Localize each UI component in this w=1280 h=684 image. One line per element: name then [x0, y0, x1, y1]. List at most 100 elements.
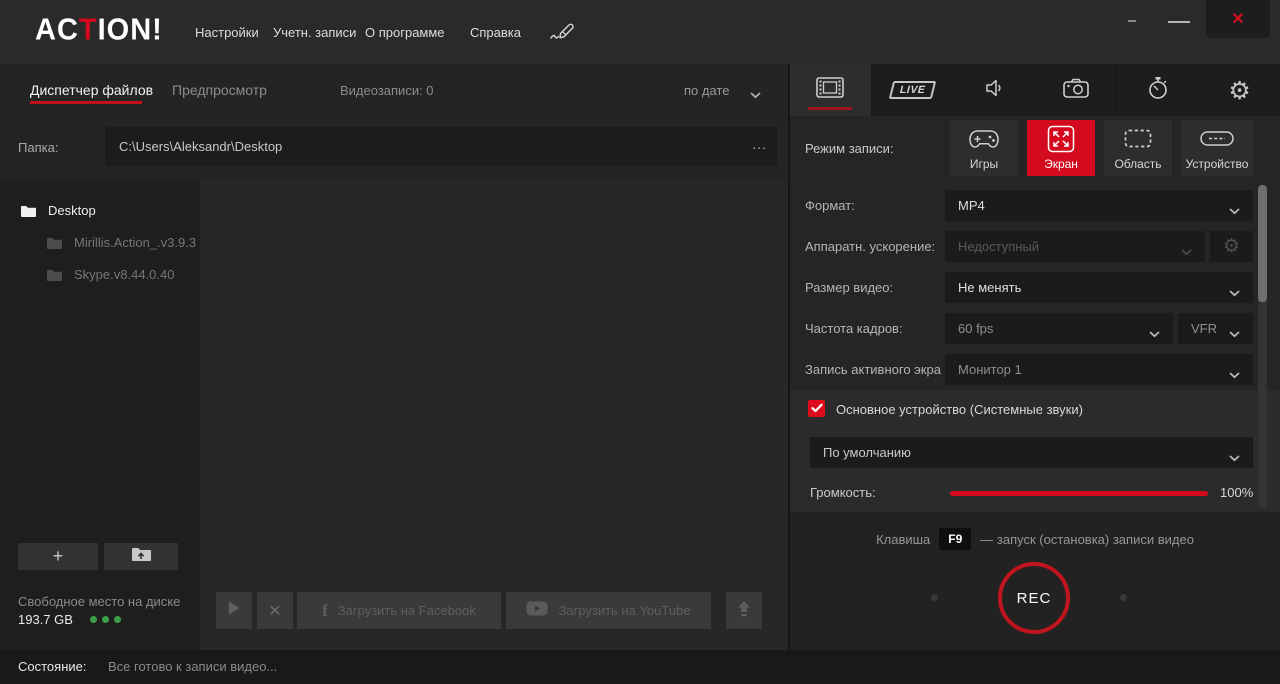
gear-icon: ⚙ — [1223, 237, 1240, 256]
format-dropdown[interactable]: MP4 — [945, 190, 1253, 221]
tab-audio[interactable] — [953, 64, 1035, 116]
disk-status-dot — [90, 616, 97, 623]
video-size-dropdown[interactable]: Не менять — [945, 272, 1253, 303]
close-button[interactable]: ✕ — [1206, 0, 1270, 38]
sort-by-dropdown[interactable]: по дате — [684, 83, 729, 98]
tree-item-skype[interactable]: Skype.v8.44.0.40 — [46, 267, 200, 289]
record-button-label: REC — [1017, 590, 1052, 607]
hotkey-keycap: F9 — [939, 528, 971, 550]
chevron-down-icon — [1181, 243, 1192, 261]
folder-icon — [20, 205, 36, 223]
tree-item-mirillis[interactable]: Mirillis.Action_.v3.9.3 — [46, 235, 200, 257]
gear-icon: ⚙ — [1228, 78, 1250, 103]
volume-percent: 100% — [1220, 485, 1253, 500]
hw-accel-dropdown[interactable]: Недоступный — [945, 231, 1205, 262]
status-bar: Состояние: Все готово к записи видео... — [0, 650, 1280, 684]
mode-device-button[interactable]: Устройство — [1181, 120, 1253, 176]
minimize-button[interactable] — [1168, 21, 1190, 23]
record-section: Клавиша F9 — запуск (остановка) записи в… — [790, 512, 1280, 650]
dashed-region-icon — [1124, 120, 1152, 157]
pen-tool-icon[interactable] — [548, 18, 578, 49]
camera-icon — [1063, 78, 1089, 103]
status-text: Все готово к записи видео... — [108, 659, 277, 674]
audio-device-dropdown[interactable]: По умолчанию — [810, 437, 1253, 468]
format-label: Формат: — [805, 198, 855, 213]
settings-tab-bar: LIVE ⚙ — [790, 64, 1280, 116]
folder-path-input[interactable]: C:\Users\Aleksandr\Desktop ... — [105, 127, 777, 166]
mode-screen-button[interactable]: Экран — [1027, 120, 1095, 176]
close-icon: ✕ — [268, 601, 281, 621]
scrollbar-track[interactable] — [1258, 185, 1267, 508]
chevron-down-icon — [1229, 366, 1240, 384]
tab-live-streaming[interactable]: LIVE — [871, 64, 953, 116]
mode-label: Устройство — [1186, 157, 1249, 171]
upload-youtube-label: Загрузить на YouTube — [558, 603, 690, 618]
action-app-window: ACTION! Настройки Учетн. записи О програ… — [0, 0, 1280, 684]
status-label: Состояние: — [18, 659, 86, 674]
disk-status-dot — [114, 616, 121, 623]
mode-label: Игры — [970, 157, 998, 171]
upload-youtube-button[interactable]: Загрузить на YouTube — [506, 592, 711, 629]
add-folder-button[interactable]: + — [18, 543, 98, 570]
tab-benchmark[interactable] — [1116, 64, 1198, 116]
chevron-down-icon — [1229, 449, 1240, 467]
check-icon — [811, 400, 823, 418]
gamepad-icon — [968, 120, 1000, 157]
tab-video-recording[interactable] — [790, 64, 871, 116]
video-size-value: Не менять — [958, 272, 1021, 303]
upload-facebook-button[interactable]: f Загрузить на Facebook — [297, 592, 501, 629]
menu-settings[interactable]: Настройки — [195, 25, 259, 40]
tree-item-desktop[interactable]: Desktop — [20, 203, 190, 225]
volume-slider[interactable] — [950, 491, 1208, 496]
folder-tree-panel: Desktop Mirillis.Action_.v3.9.3 Skype.v8… — [0, 181, 200, 650]
tab-preview[interactable]: Предпросмотр — [172, 82, 267, 98]
mode-label: Область — [1114, 157, 1161, 171]
framerate-mode-dropdown[interactable]: VFR — [1178, 313, 1253, 344]
upload-icon — [736, 600, 752, 622]
tree-item-label: Skype.v8.44.0.40 — [74, 267, 174, 282]
export-button[interactable] — [726, 592, 762, 629]
browse-button[interactable]: ... — [752, 127, 767, 162]
recording-mode-label: Режим записи: — [805, 141, 894, 156]
system-audio-label: Основное устройство (Системные звуки) — [836, 402, 1083, 417]
mode-region-button[interactable]: Область — [1104, 120, 1172, 176]
framerate-dropdown[interactable]: 60 fps — [945, 313, 1173, 344]
play-button[interactable] — [216, 592, 252, 629]
menu-about[interactable]: О программе — [365, 25, 445, 40]
mode-games-button[interactable]: Игры — [950, 120, 1018, 176]
tab-settings[interactable]: ⚙ — [1198, 64, 1280, 116]
expand-arrows-icon — [1047, 120, 1075, 157]
page-indicator-dot — [931, 594, 938, 601]
mode-label: Экран — [1044, 157, 1078, 171]
free-space-value: 193.7 GB — [18, 612, 73, 627]
film-strip-icon — [816, 77, 844, 103]
menu-help[interactable]: Справка — [470, 25, 521, 40]
tray-minimize-icon[interactable] — [1128, 20, 1136, 22]
monitor-dropdown[interactable]: Монитор 1 — [945, 354, 1253, 385]
tab-screenshots[interactable] — [1034, 64, 1116, 116]
video-size-label: Размер видео: — [805, 280, 893, 295]
chevron-down-icon[interactable] — [750, 86, 761, 104]
delete-button[interactable]: ✕ — [257, 592, 293, 629]
system-audio-checkbox[interactable] — [808, 400, 825, 417]
hw-accel-settings-button[interactable]: ⚙ — [1210, 231, 1253, 262]
logo-part: ION! — [98, 13, 163, 46]
folder-icon — [46, 237, 62, 255]
menu-accounts[interactable]: Учетн. записи — [273, 25, 356, 40]
volume-label: Громкость: — [810, 485, 876, 500]
chevron-down-icon — [1229, 325, 1240, 343]
upload-facebook-label: Загрузить на Facebook — [338, 603, 476, 618]
scrollbar-thumb[interactable] — [1258, 185, 1267, 302]
import-folder-button[interactable] — [104, 543, 178, 570]
folder-label: Папка: — [18, 140, 58, 155]
page-indicator-dot — [1120, 594, 1127, 601]
app-logo: ACTION! — [35, 13, 163, 47]
active-tab-underline — [30, 101, 142, 104]
record-button[interactable]: REC — [998, 562, 1070, 634]
tab-file-manager[interactable]: Диспетчер файлов — [30, 82, 153, 98]
close-icon: ✕ — [1231, 9, 1244, 29]
hotkey-prefix: Клавиша — [876, 532, 930, 547]
logo-part-red: T — [79, 13, 98, 46]
folder-upload-icon — [131, 547, 151, 567]
title-bar: ACTION! Настройки Учетн. записи О програ… — [0, 0, 1280, 65]
